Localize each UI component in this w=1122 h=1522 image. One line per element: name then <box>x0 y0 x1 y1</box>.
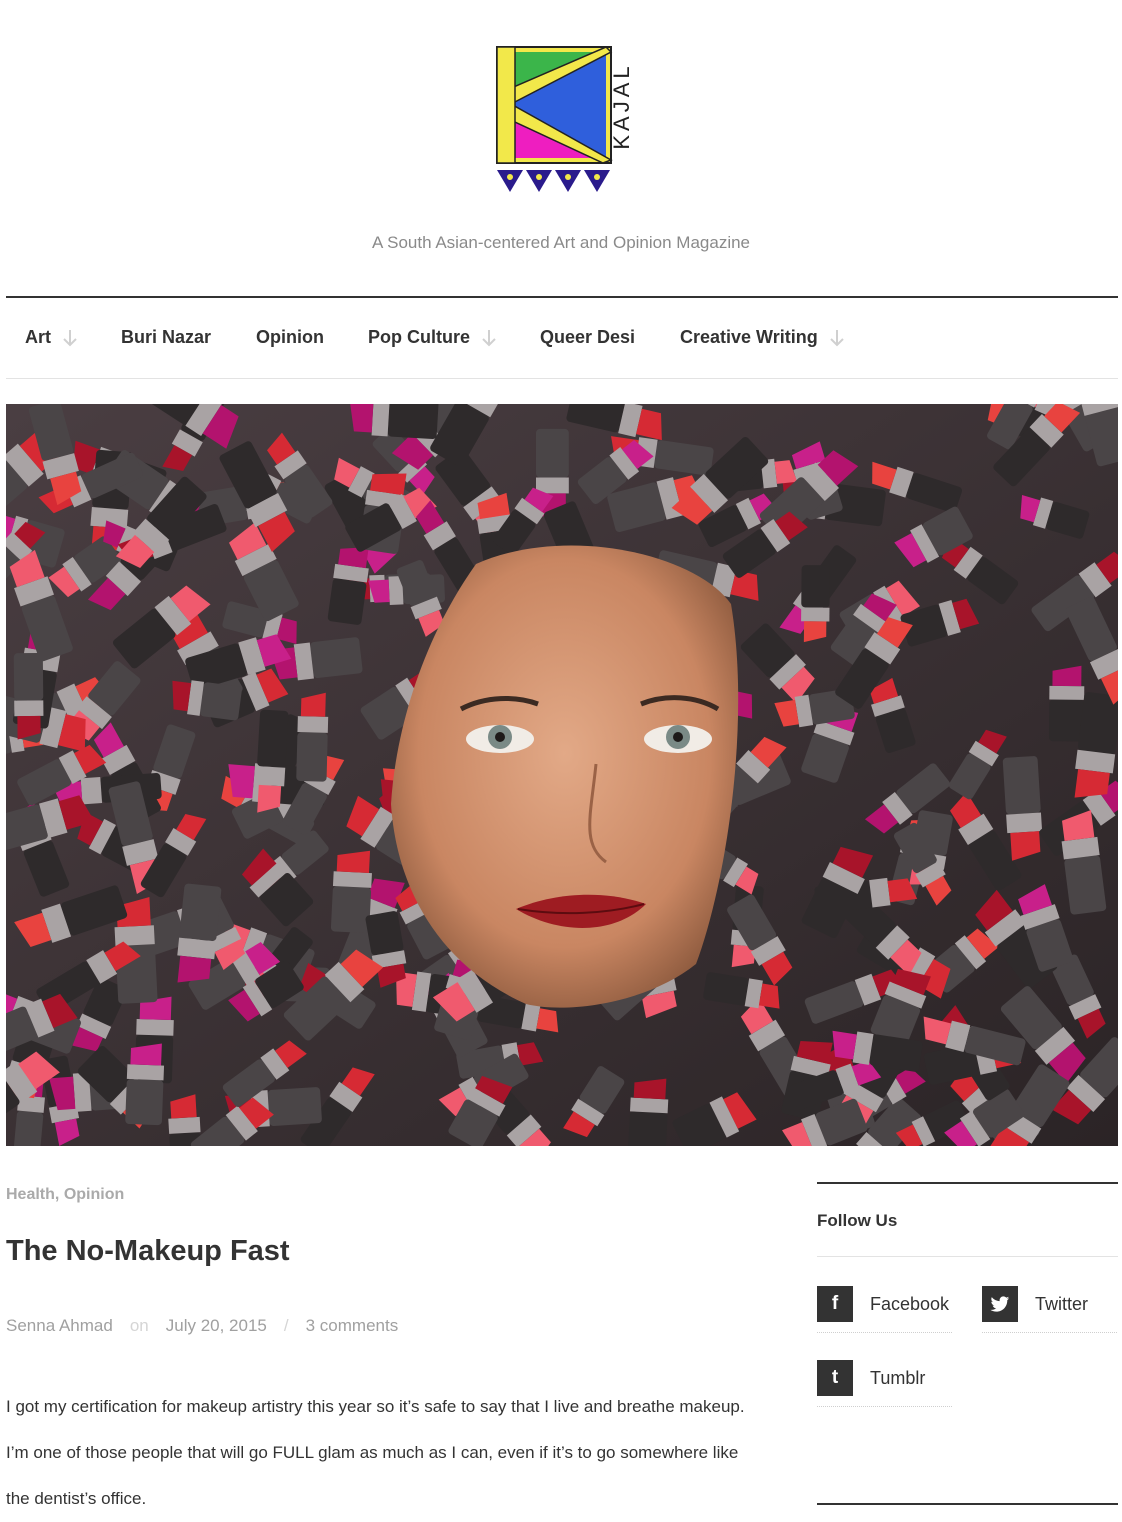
facebook-icon: f <box>817 1286 853 1322</box>
twitter-icon <box>982 1286 1018 1322</box>
social-link-tumblr[interactable]: t Tumblr <box>817 1350 952 1407</box>
logo-text: KAJAL <box>609 62 634 149</box>
sidebar-divider-thin <box>817 1256 1118 1257</box>
nav-item-label: Queer Desi <box>540 327 636 347</box>
post-meta: Senna Ahmad on July 20, 2015 / 3 comment… <box>6 1316 398 1336</box>
post-author-link[interactable]: Senna Ahmad <box>6 1316 113 1336</box>
nav-item-buri-nazar[interactable]: Buri Nazar <box>121 327 211 348</box>
nav-item-art[interactable]: Art <box>25 327 77 348</box>
sidebar-divider-top <box>817 1182 1118 1184</box>
category-link-opinion[interactable]: Opinion <box>64 1186 124 1203</box>
nav-item-label: Art <box>25 327 51 347</box>
tumblr-icon: t <box>817 1360 853 1396</box>
nav-divider <box>6 378 1118 379</box>
social-link-twitter[interactable]: Twitter <box>982 1276 1117 1333</box>
category-link-health[interactable]: Health <box>6 1186 55 1203</box>
social-label: Facebook <box>870 1293 950 1314</box>
nav-item-label: Pop Culture <box>368 327 470 347</box>
site-tagline: A South Asian-centered Art and Opinion M… <box>371 233 751 252</box>
social-link-facebook[interactable]: f Facebook <box>817 1276 952 1333</box>
meta-on-label: on <box>129 1316 149 1335</box>
main-nav: Art Buri Nazar Opinion Pop Culture Queer… <box>6 298 1118 378</box>
follow-us-heading: Follow Us <box>817 1211 898 1230</box>
social-label: Twitter <box>1035 1293 1089 1314</box>
category-separator: , <box>54 1186 60 1203</box>
nav-item-pop-culture[interactable]: Pop Culture <box>368 327 496 348</box>
nav-item-creative-writing[interactable]: Creative Writing <box>680 327 844 348</box>
nav-item-opinion[interactable]: Opinion <box>256 327 324 348</box>
nav-item-queer-desi[interactable]: Queer Desi <box>540 327 635 348</box>
post-body-paragraph: I got my certification for makeup artist… <box>6 1397 745 1508</box>
nav-item-label: Buri Nazar <box>121 327 212 347</box>
lipstick-collage-image <box>6 404 1118 1146</box>
featured-image[interactable] <box>6 404 1118 1146</box>
arrow-down-icon <box>63 329 77 346</box>
nav-item-label: Creative Writing <box>680 327 818 347</box>
post-title: The No-Makeup Fast <box>6 1235 290 1267</box>
site-logo[interactable]: KAJAL <box>495 44 645 196</box>
sidebar-divider-bottom <box>817 1503 1118 1505</box>
arrow-down-icon <box>829 329 844 346</box>
meta-separator: / <box>283 1316 289 1335</box>
social-label: Tumblr <box>870 1367 926 1388</box>
kajal-logo-icon: KAJAL <box>496 46 634 192</box>
arrow-down-icon <box>482 329 496 346</box>
nav-item-label: Opinion <box>256 327 324 347</box>
post-comments-link[interactable]: 3 comments <box>306 1316 399 1336</box>
post-categories: Health, Opinion <box>6 1186 124 1204</box>
post-date-link[interactable]: July 20, 2015 <box>166 1316 267 1336</box>
